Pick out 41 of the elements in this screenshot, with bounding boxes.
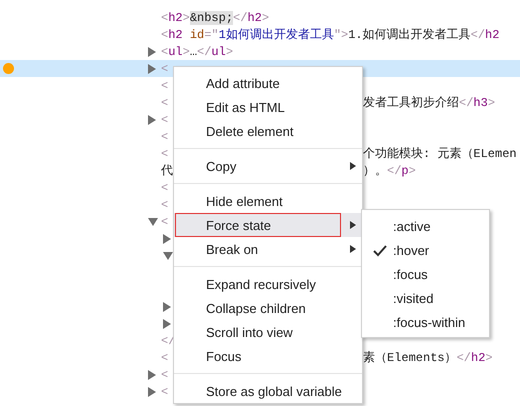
menu-item[interactable]: Scroll into view <box>174 320 362 344</box>
code-text: ）。</p> <box>363 163 416 179</box>
menu-item[interactable]: Collapse children <box>174 296 362 320</box>
menu-item[interactable]: Expand recursively <box>174 272 362 296</box>
menu-item[interactable]: Add attribute <box>174 71 362 95</box>
code-text: 代 <box>161 163 173 179</box>
code-text: <ul>…</ul> <box>161 44 234 58</box>
code-text: < <box>161 96 168 110</box>
code-text: < <box>161 368 168 382</box>
code-text: < <box>161 130 168 144</box>
expand-arrow-icon[interactable] <box>148 386 156 396</box>
expand-arrow-icon[interactable] <box>148 114 156 124</box>
menu-item[interactable]: :visited <box>362 286 489 310</box>
menu-item[interactable]: Force state <box>174 213 362 237</box>
code-text: < <box>161 180 168 194</box>
menu-item[interactable]: Store as global variable <box>174 379 362 403</box>
menu-item[interactable]: :active <box>362 214 489 238</box>
code-text: < <box>161 112 168 126</box>
collapse-arrow-icon[interactable] <box>148 218 158 226</box>
code-text: 个功能模块: 元素（ELemen <box>363 146 517 162</box>
code-text: < <box>161 198 168 212</box>
code-text: < <box>161 62 168 76</box>
expand-arrow-icon[interactable] <box>148 370 156 380</box>
code-text: 发者工具初步介绍</h3> <box>363 95 496 111</box>
code-text: < <box>161 146 168 160</box>
menu-item[interactable]: :hover <box>362 238 489 262</box>
code-text: < <box>161 350 168 364</box>
expand-arrow-icon[interactable] <box>148 64 156 74</box>
code-text: < <box>161 78 168 92</box>
code-text: 素（Elements）</h2> <box>363 350 493 366</box>
menu-item[interactable]: Copy <box>174 154 362 178</box>
code-text: < <box>161 214 168 228</box>
menu-item[interactable]: Delete element <box>174 119 362 143</box>
menu-item[interactable]: :focus <box>362 262 489 286</box>
menu-item[interactable]: Edit as HTML <box>174 95 362 119</box>
code-text: <h2 id="1如何调出开发者工具">1.如何调出开发者工具</h2 <box>161 27 500 43</box>
code-text: < <box>161 384 168 398</box>
menu-item[interactable]: Hide element <box>174 189 362 213</box>
menu-item[interactable]: :focus-within <box>362 310 489 334</box>
menu-item[interactable]: Focus <box>174 344 362 368</box>
code-text: <h2>&nbsp;</h2> <box>161 10 270 24</box>
